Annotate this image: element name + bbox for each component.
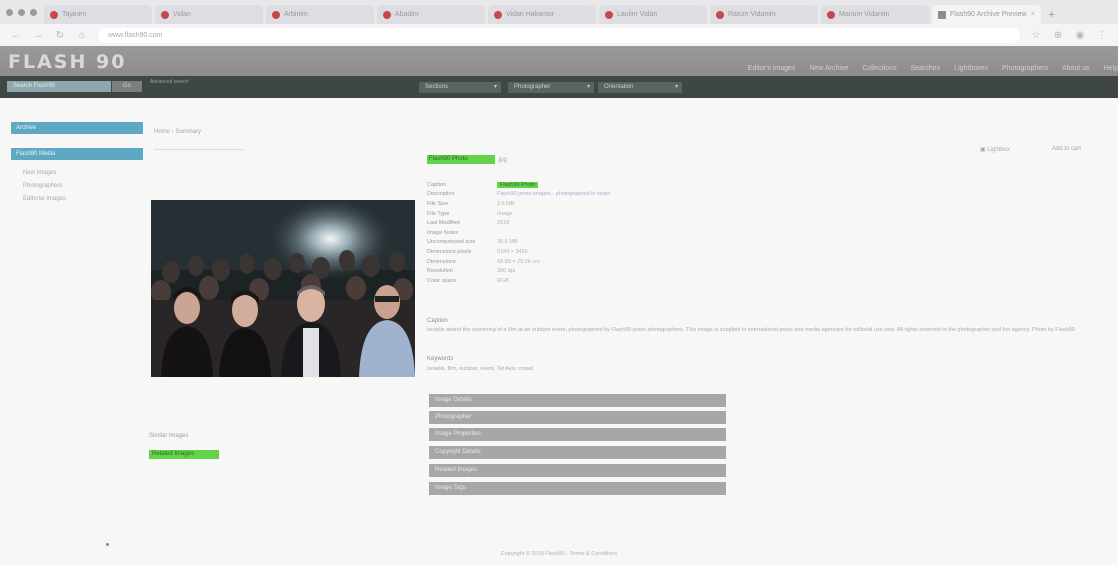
related-images-button[interactable]: Related Images bbox=[149, 450, 219, 459]
favicon-icon bbox=[605, 10, 613, 19]
metadata-row: Color space RGB bbox=[427, 277, 509, 284]
favicon-icon bbox=[272, 10, 280, 19]
browser-toolbar: ← → ↻ ⌂ www.flash90.com ☆ ⊕ ◉ ⋮ bbox=[0, 24, 1118, 46]
nav-item[interactable]: Photographers bbox=[1002, 65, 1048, 72]
photo-crowd-image bbox=[151, 200, 415, 377]
browser-tab[interactable]: Laulim Vidan bbox=[599, 5, 707, 24]
image-id-badge: Flash90 Photo bbox=[427, 155, 495, 164]
browser-tab[interactable]: Manum Vidanim bbox=[821, 5, 929, 24]
favicon-icon bbox=[938, 10, 946, 19]
divider bbox=[154, 149, 244, 150]
favicon-icon bbox=[827, 10, 835, 19]
filter-dropdown[interactable]: Photographer ▾ bbox=[508, 82, 594, 93]
caption-heading: Caption bbox=[427, 318, 448, 324]
browser-tab[interactable]: Arbinim bbox=[266, 5, 374, 24]
favicon-icon bbox=[161, 10, 169, 19]
breadcrumb[interactable]: Home › Summary bbox=[154, 129, 201, 135]
image-metadata-table: Caption Flash90 Photo Description Flash90 … bbox=[427, 180, 610, 286]
metadata-row: Image Notes bbox=[427, 229, 459, 236]
accordion-header[interactable]: Image Details bbox=[429, 394, 726, 407]
caption-text: Israelis attend the screening of a film … bbox=[427, 327, 1075, 333]
search-input[interactable]: Search Flash90 bbox=[7, 81, 111, 92]
favicon-icon bbox=[494, 10, 502, 19]
keywords-text: Israelis, film, outdoor, event, Tel Aviv… bbox=[427, 366, 533, 372]
sidebar-link[interactable]: New Images bbox=[23, 170, 56, 176]
metadata-row: Uncompressed size 36.6 MB bbox=[427, 239, 518, 246]
sidebar-button-archive[interactable]: Archive bbox=[11, 122, 143, 134]
browser-tab-strip: Tajanim Vidan Arbinim Abadim Vidan Hakam… bbox=[0, 0, 1118, 24]
star-icon[interactable]: ☆ bbox=[1030, 30, 1042, 41]
metadata-row: Description Flash90 press images - photog… bbox=[427, 191, 611, 198]
add-to-cart-link[interactable]: Add to cart bbox=[1052, 146, 1081, 152]
browser-tab[interactable]: Tajanim bbox=[44, 5, 152, 24]
close-tab-icon[interactable]: × bbox=[1031, 11, 1035, 18]
advanced-search-link[interactable]: Advanced search bbox=[150, 79, 210, 86]
home-icon[interactable]: ⌂ bbox=[76, 30, 88, 41]
metadata-row: Caption Flash90 Photo bbox=[427, 180, 610, 190]
top-navigation: Editor's images New Archive Collections … bbox=[748, 65, 1118, 72]
nav-item[interactable]: Help bbox=[1104, 65, 1118, 72]
sidebar-button-media[interactable]: Flash90 Media bbox=[11, 148, 143, 160]
address-bar[interactable]: www.flash90.com bbox=[98, 27, 1020, 43]
nav-item[interactable]: Editor's images bbox=[748, 65, 796, 72]
favicon-icon bbox=[50, 10, 58, 19]
nav-item[interactable]: Collections bbox=[862, 65, 896, 72]
chevron-down-icon: ▾ bbox=[674, 84, 678, 90]
profile-icon[interactable]: ◉ bbox=[1074, 30, 1086, 41]
close-window-icon[interactable] bbox=[6, 8, 13, 16]
search-toolbar: Search Flash90 Go Advanced search Sectio… bbox=[0, 76, 1118, 98]
decorative-dot bbox=[106, 543, 109, 546]
new-tab-button[interactable]: + bbox=[1044, 5, 1060, 24]
browser-tab[interactable]: Abadim bbox=[377, 5, 485, 24]
metadata-row: Dimensions pixels 5184 × 3456 bbox=[427, 248, 528, 255]
accordion-header[interactable]: Copyright Details bbox=[429, 446, 726, 459]
nav-item[interactable]: New Archive bbox=[809, 65, 848, 72]
browser-tab[interactable]: Vidan bbox=[155, 5, 263, 24]
sidebar-link[interactable]: Photographers bbox=[23, 183, 62, 189]
main-photo[interactable] bbox=[151, 200, 415, 377]
similar-images-heading: Similar images bbox=[149, 433, 189, 439]
accordion-header[interactable]: Image Properties bbox=[429, 428, 726, 441]
metadata-row: Dimensions 43.89 × 29.26 cm bbox=[427, 258, 540, 265]
favicon-icon bbox=[716, 10, 724, 19]
minimize-window-icon[interactable] bbox=[18, 8, 25, 16]
metadata-row: Resolution 300 dpi bbox=[427, 268, 516, 275]
extensions-icon[interactable]: ⊕ bbox=[1052, 30, 1064, 41]
maximize-window-icon[interactable] bbox=[30, 8, 37, 16]
browser-tab[interactable]: Ratum Vidanim bbox=[710, 5, 818, 24]
browser-tab-active[interactable]: Flash90 Archive Preview × bbox=[932, 5, 1041, 24]
site-header: FLASH 90 Editor's images New Archive Col… bbox=[0, 46, 1118, 76]
keywords-heading: Keywords bbox=[427, 356, 454, 362]
filter-dropdown[interactable]: Sections ▾ bbox=[419, 82, 501, 93]
page-footer: Copyright © 2018 Flash90 · Terms & Condi… bbox=[500, 551, 618, 557]
accordion-header[interactable]: Photographer bbox=[429, 411, 726, 424]
filter-dropdown[interactable]: Orientation ▾ bbox=[598, 82, 682, 93]
metadata-row: Last Modified 2018 bbox=[427, 220, 510, 227]
nav-item[interactable]: Lightboxes bbox=[954, 65, 988, 72]
forward-icon[interactable]: → bbox=[32, 30, 44, 41]
nav-item[interactable]: Searches bbox=[911, 65, 941, 72]
window-controls bbox=[6, 0, 37, 24]
back-icon[interactable]: ← bbox=[10, 30, 22, 41]
metadata-row: File Type Image bbox=[427, 210, 513, 217]
chevron-down-icon: ▾ bbox=[586, 84, 590, 90]
accordion-header[interactable]: Related Images bbox=[429, 464, 726, 477]
image-id-extension: .jpg bbox=[497, 157, 507, 163]
metadata-row: File Size 2.6 MB bbox=[427, 200, 515, 207]
browser-tab[interactable]: Vidan Hakamor bbox=[488, 5, 596, 24]
reload-icon[interactable]: ↻ bbox=[54, 30, 66, 41]
favicon-icon bbox=[383, 10, 391, 19]
sidebar-link[interactable]: Editorial Images bbox=[23, 196, 66, 202]
menu-icon[interactable]: ⋮ bbox=[1096, 30, 1108, 41]
chevron-down-icon: ▾ bbox=[493, 84, 497, 90]
search-button[interactable]: Go bbox=[112, 81, 142, 92]
site-logo[interactable]: FLASH 90 bbox=[8, 51, 126, 73]
lightbox-link[interactable]: ▣ Lightbox bbox=[980, 146, 1010, 153]
accordion-header[interactable]: Image Tags bbox=[429, 482, 726, 495]
nav-item[interactable]: About us bbox=[1062, 65, 1090, 72]
